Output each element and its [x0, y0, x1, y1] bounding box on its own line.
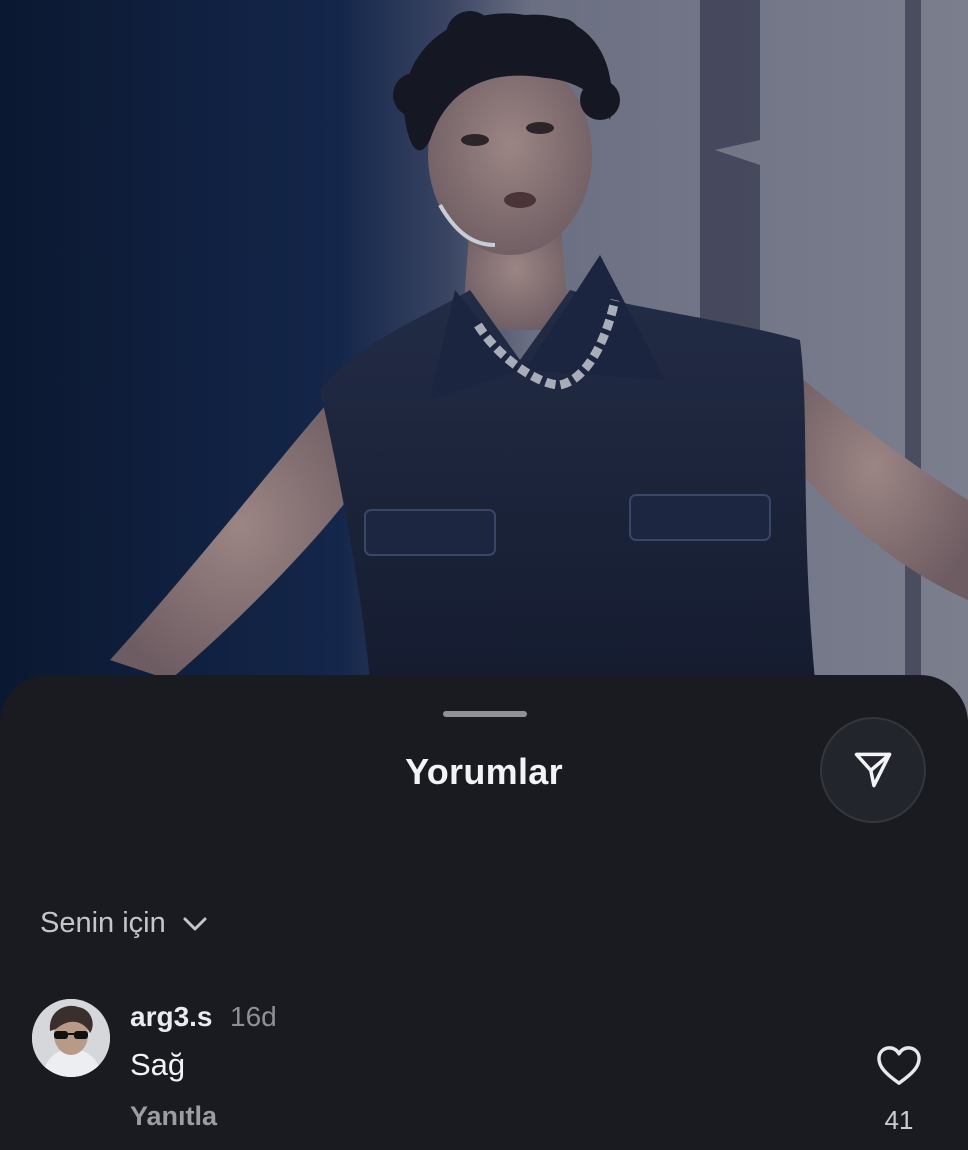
post-photo [0, 0, 968, 720]
comment-timestamp: 16d [230, 1001, 277, 1032]
avatar[interactable] [32, 999, 110, 1077]
share-button[interactable] [820, 717, 926, 823]
comment-item: arg3.s 16d Sağ Yanıtla 41 [32, 997, 932, 1137]
comments-screen: Yorumlar Senin için arg3.s 16d Sağ Yanıt… [0, 0, 968, 1150]
sort-selector[interactable]: Senin için [40, 907, 208, 940]
chevron-down-icon [183, 917, 207, 930]
comment-username[interactable]: arg3.s [130, 1001, 213, 1033]
comment-text: Sağ [130, 1047, 186, 1082]
heart-icon [877, 1046, 921, 1085]
send-icon [854, 752, 892, 788]
comments-sheet: Yorumlar Senin için arg3.s 16d Sağ Yanıt… [0, 675, 968, 1150]
sheet-grabber[interactable] [443, 711, 527, 717]
reply-button[interactable]: Yanıtla [130, 1101, 217, 1132]
sort-label: Senin için [40, 907, 166, 939]
like-count: 41 [884, 1105, 914, 1135]
like-button[interactable] [876, 1045, 922, 1087]
